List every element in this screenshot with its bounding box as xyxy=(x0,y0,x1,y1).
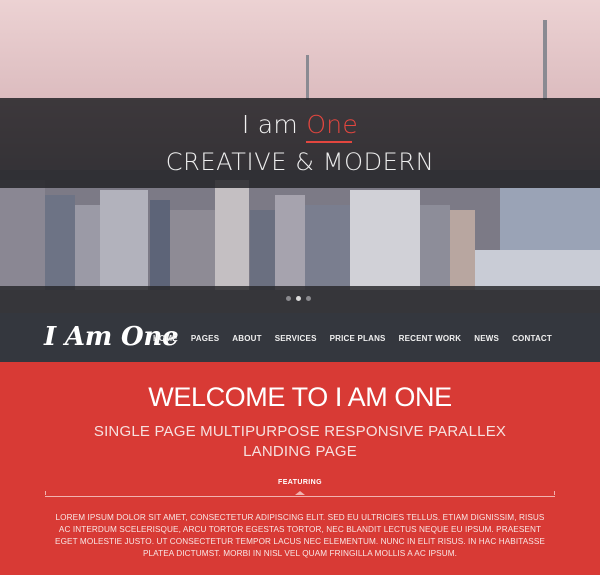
menu-item-price-plans[interactable]: PRICE PLANS xyxy=(330,334,386,343)
welcome-title: WELCOME TO I AM ONE xyxy=(148,382,452,412)
menu-item-home[interactable]: HOME xyxy=(153,334,178,343)
slider-dot-active[interactable] xyxy=(296,296,301,301)
welcome-subtitle-line1: SINGLE PAGE MULTIPURPOSE RESPONSIVE PARA… xyxy=(93,423,507,440)
menu-item-services[interactable]: SERVICES xyxy=(275,334,317,343)
slider-dot[interactable] xyxy=(286,296,291,301)
featuring-label: FEATURING xyxy=(278,479,322,486)
featuring-divider-right-cap xyxy=(554,491,555,495)
welcome-body-text: LOREM IPSUM DOLOR SIT AMET, CONSECTETUR … xyxy=(55,513,545,558)
hero-title-underline xyxy=(306,141,352,143)
hero-subtitle: CREATIVE & MODERN xyxy=(165,148,435,176)
slider-dot[interactable] xyxy=(306,296,311,301)
featuring-caret xyxy=(295,491,305,495)
hero-section: I am One CREATIVE & MODERN xyxy=(0,0,600,313)
menu-item-about[interactable]: ABOUT xyxy=(232,334,261,343)
slider-dots xyxy=(286,296,311,301)
menu-item-pages[interactable]: PAGES xyxy=(191,334,219,343)
menu-item-news[interactable]: NEWS xyxy=(474,334,499,343)
menu-item-recent-work[interactable]: RECENT WORK xyxy=(399,334,462,343)
welcome-subtitle-line2: LANDING PAGE xyxy=(243,443,357,460)
hero-title: I am One xyxy=(241,110,359,139)
main-menu: HOME PAGES ABOUT SERVICES PRICE PLANS RE… xyxy=(140,334,552,343)
featuring-divider-left-cap xyxy=(45,491,46,495)
menu-item-contact[interactable]: CONTACT xyxy=(512,334,552,343)
landing-page: I am One CREATIVE & MODERN I Am One HOME… xyxy=(0,0,600,575)
hero-title-accent: One xyxy=(306,110,359,139)
